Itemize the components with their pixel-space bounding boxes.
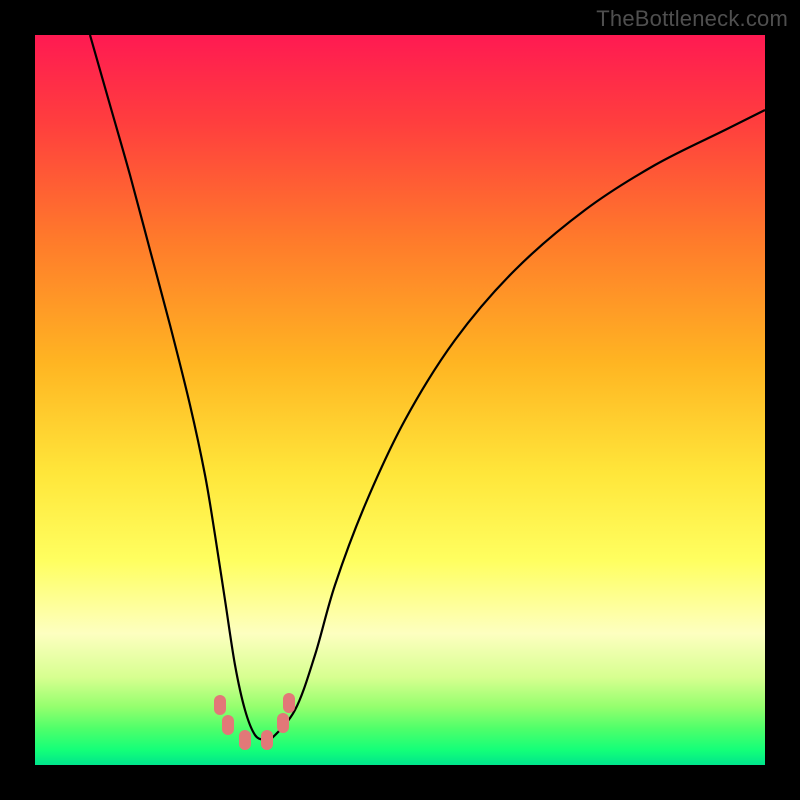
plot-area	[35, 35, 765, 765]
curve-svg	[35, 35, 765, 765]
bottleneck-curve	[90, 35, 765, 742]
curve-path	[90, 35, 765, 742]
marker-dot	[239, 730, 251, 750]
watermark-text: TheBottleneck.com	[596, 6, 788, 32]
marker-dot	[283, 693, 295, 713]
marker-dot	[222, 715, 234, 735]
minimum-markers	[214, 693, 295, 750]
chart-frame: TheBottleneck.com	[0, 0, 800, 800]
marker-dot	[214, 695, 226, 715]
marker-dot	[261, 730, 273, 750]
marker-dot	[277, 713, 289, 733]
